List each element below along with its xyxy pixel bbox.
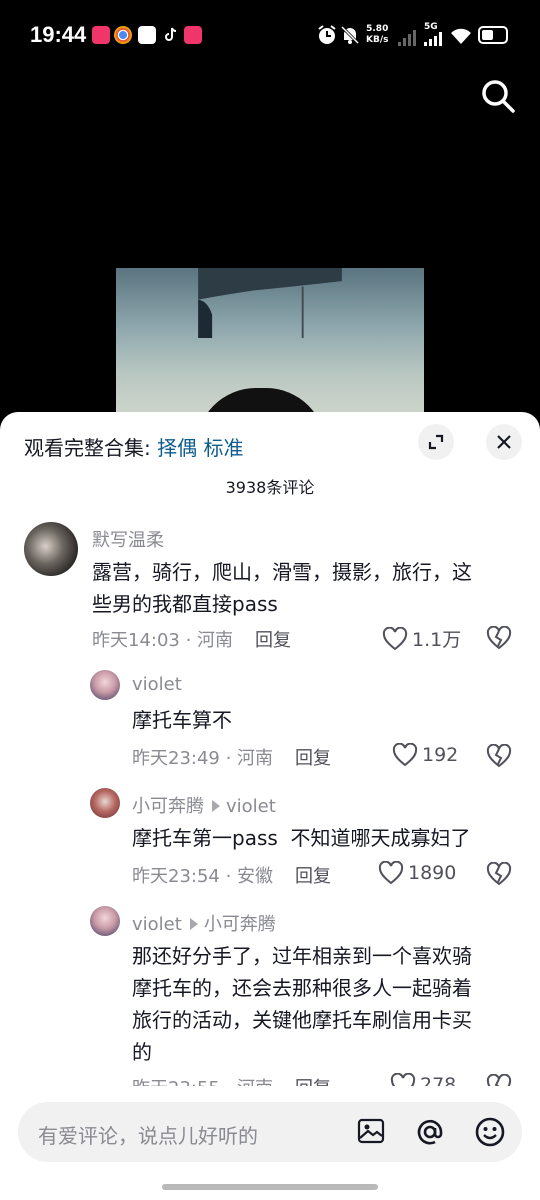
- comment-count: 3938条评论: [225, 478, 315, 497]
- like-count: 1890: [408, 862, 457, 884]
- search-icon: [482, 80, 515, 113]
- comment-time-location: 昨天23:54 · 安徽: [132, 866, 274, 887]
- signal-icon-2: [424, 32, 442, 46]
- collection-title: 观看完整合集: 择偶 标准: [24, 432, 243, 461]
- comment-input-bar: 有爱评论，说点儿好听的: [0, 1086, 540, 1200]
- signal-icon-1: [398, 30, 416, 46]
- expand-button[interactable]: [418, 424, 454, 460]
- avatar[interactable]: [90, 788, 120, 818]
- close-icon: [497, 435, 511, 449]
- comment-text[interactable]: 露营，骑行，爬山，滑雪，摄影，旅行，这 些男的我都直接pass: [92, 556, 522, 620]
- reply-arrow-icon: [212, 800, 220, 812]
- heart-icon: [382, 626, 408, 650]
- alarm-icon: [318, 25, 336, 44]
- comment-author: violet: [132, 914, 182, 935]
- expand-icon: [428, 434, 444, 450]
- comment-input-placeholder: 有爱评论，说点儿好听的: [38, 1124, 258, 1148]
- like-button[interactable]: 1.1万: [382, 625, 461, 652]
- sheet-header: 观看完整合集: 择偶 标准: [0, 412, 540, 472]
- comment-text-line: 摩托车的，还会去那种很多人一起骑着: [132, 976, 472, 1000]
- chatgpt-notification-icon: [138, 26, 156, 44]
- avatar[interactable]: [90, 670, 120, 700]
- like-button[interactable]: 192: [392, 743, 458, 767]
- reply-button[interactable]: 回复: [255, 630, 291, 651]
- reply-button[interactable]: 回复: [295, 866, 331, 887]
- search-button[interactable]: [478, 76, 518, 116]
- comment-author: 小可奔腾: [132, 796, 204, 817]
- comment-text[interactable]: 摩托车第一pass 不知道哪天成寡妇了: [132, 822, 522, 854]
- comment-input[interactable]: 有爱评论，说点儿好听的: [18, 1102, 522, 1162]
- comment-meta: 昨天23:49 · 河南 回复: [132, 744, 331, 770]
- comment-text-line: 摩托车第一pass 不知道哪天成寡妇了: [132, 826, 471, 850]
- app-notification-icon-2: [184, 26, 202, 44]
- comment-text-line: 旅行的活动，关键他摩托车刷信用卡买: [132, 1008, 472, 1032]
- video-player[interactable]: [116, 268, 424, 418]
- broken-heart-icon[interactable]: [486, 862, 512, 886]
- collection-prefix: 观看完整合集:: [24, 436, 158, 460]
- network-type: 5G: [424, 22, 438, 32]
- comment-username[interactable]: violet 小可奔腾: [132, 910, 276, 936]
- chrome-notification-icon: [114, 26, 132, 44]
- tiktok-notification-icon: [162, 26, 180, 44]
- close-button[interactable]: [486, 424, 522, 460]
- reply-to-user: 小可奔腾: [203, 914, 276, 935]
- mute-icon: [340, 25, 360, 45]
- comment-text[interactable]: 摩托车算不: [132, 704, 512, 736]
- like-button[interactable]: 1890: [378, 861, 456, 885]
- home-indicator[interactable]: [162, 1184, 378, 1190]
- comment-username[interactable]: 小可奔腾 violet: [132, 792, 276, 818]
- like-count: 192: [422, 744, 459, 766]
- comment-meta: 昨天23:54 · 安徽 回复: [132, 862, 331, 888]
- emoji-icon[interactable]: [474, 1116, 506, 1148]
- network-speed-unit: KB/s: [366, 35, 389, 45]
- reply-button[interactable]: 回复: [295, 748, 331, 769]
- like-count: 1.1万: [412, 629, 462, 651]
- image-icon[interactable]: [356, 1116, 386, 1146]
- comment-text-line: 露营，骑行，爬山，滑雪，摄影，旅行，这: [92, 560, 472, 584]
- comment-text-line: 些男的我都直接pass: [92, 592, 278, 616]
- comment-text-line: 摩托车算不: [132, 708, 232, 732]
- reply-arrow-icon: [189, 918, 198, 930]
- status-time: 19:44: [30, 22, 87, 47]
- avatar[interactable]: [90, 906, 120, 936]
- comment-sheet: 观看完整合集: 择偶 标准 3938条评论 默写温柔 露营，骑行，爬山，滑雪，摄…: [0, 412, 540, 1200]
- battery-icon: [478, 26, 508, 44]
- video-scene: [198, 268, 342, 338]
- avatar[interactable]: [24, 522, 78, 576]
- network-speed-value: 5.80: [366, 24, 389, 34]
- broken-heart-icon[interactable]: [486, 744, 512, 768]
- comment-text-line: 的: [132, 1040, 152, 1064]
- heart-icon: [392, 743, 418, 767]
- status-bar: 19:44 5.80 KB/s 5G: [0, 0, 540, 72]
- comment-time-location: 昨天14:03 · 河南: [92, 630, 234, 651]
- comment-meta: 昨天14:03 · 河南 回复: [92, 626, 291, 652]
- network-speed: 5.80 KB/s: [366, 24, 388, 46]
- heart-icon: [378, 861, 404, 885]
- comment-time-location: 昨天23:49 · 河南: [132, 748, 274, 769]
- comment-text[interactable]: 那还好分手了，过年相亲到一个喜欢骑 摩托车的，还会去那种很多人一起骑着 旅行的活…: [132, 940, 522, 1068]
- comment-text-line: 那还好分手了，过年相亲到一个喜欢骑: [132, 944, 472, 968]
- at-icon[interactable]: [414, 1116, 446, 1148]
- wifi-icon: [451, 28, 471, 44]
- comment-username[interactable]: violet: [132, 674, 182, 695]
- collection-link[interactable]: 择偶 标准: [157, 436, 243, 460]
- reply-to-user: violet: [226, 796, 276, 817]
- comment-username[interactable]: 默写温柔: [92, 526, 164, 552]
- app-notification-icon: [92, 26, 110, 44]
- broken-heart-icon[interactable]: [486, 626, 512, 650]
